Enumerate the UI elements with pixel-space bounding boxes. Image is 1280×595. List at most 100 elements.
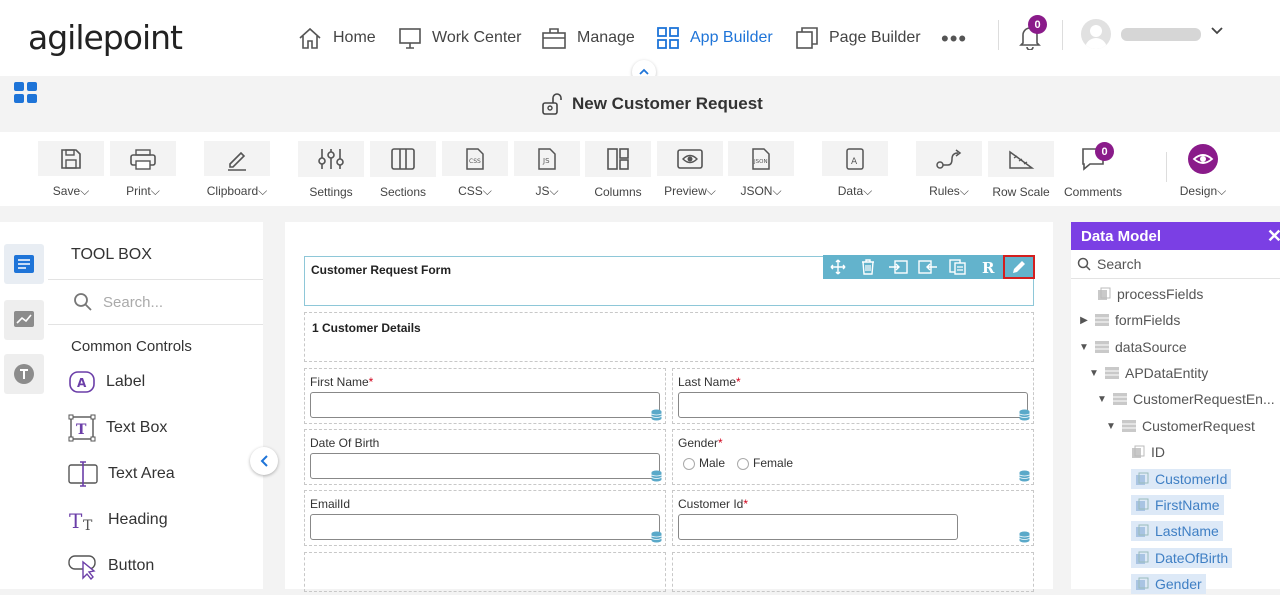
chevron-down-icon: ⌵ xyxy=(772,184,782,198)
last-name-cell[interactable]: Last Name* xyxy=(672,368,1034,424)
database-icon[interactable] xyxy=(651,470,662,482)
expand-down-icon[interactable]: ▼ xyxy=(1089,368,1099,379)
nav-page-builder-label: Page Builder xyxy=(829,29,921,46)
columns-button[interactable]: Columns xyxy=(585,141,651,199)
toolbox-search-input[interactable]: Search... xyxy=(48,279,263,325)
avatar[interactable] xyxy=(1081,19,1111,49)
tree-node[interactable]: ▼ dataSource xyxy=(1079,336,1187,358)
apps-grid-icon[interactable] xyxy=(14,82,38,104)
gender-option-female[interactable]: Female xyxy=(737,456,793,470)
database-icon[interactable] xyxy=(1019,531,1030,543)
sections-button[interactable]: Sections xyxy=(370,141,436,199)
row-scale-button[interactable]: Row Scale xyxy=(988,141,1054,199)
customer-id-cell[interactable]: Customer Id* xyxy=(672,490,1034,546)
copy-icon[interactable] xyxy=(943,255,973,279)
gender-cell[interactable]: Gender* Male Female xyxy=(672,429,1034,485)
first-name-input[interactable] xyxy=(310,392,660,418)
insert-left-icon[interactable] xyxy=(913,255,943,279)
analytics-tab[interactable] xyxy=(4,300,44,340)
json-button[interactable]: JSON JSON⌵ xyxy=(728,141,794,199)
first-name-cell[interactable]: First Name* xyxy=(304,368,666,424)
clipboard-button[interactable]: Clipboard⌵ xyxy=(204,141,270,199)
js-button[interactable]: JS JS⌵ xyxy=(514,141,580,199)
form-controls-tab[interactable] xyxy=(4,244,44,284)
nav-manage[interactable]: Manage xyxy=(541,24,635,52)
css-label: CSS xyxy=(458,184,483,198)
save-button[interactable]: Save⌵ xyxy=(38,141,104,199)
tree-node[interactable]: ID xyxy=(1131,441,1165,463)
toolbox-item-textbox[interactable]: T Text Box xyxy=(68,413,167,443)
email-cell[interactable]: EmailId xyxy=(304,490,666,546)
data-model-search-input[interactable]: Search xyxy=(1071,250,1280,279)
nav-work-center[interactable]: Work Center xyxy=(398,24,522,52)
expand-down-icon[interactable]: ▼ xyxy=(1097,394,1107,405)
rules-r-icon[interactable]: R xyxy=(973,255,1003,279)
toolbox-item-textarea[interactable]: Text Area xyxy=(68,459,175,489)
empty-cell[interactable] xyxy=(672,552,1034,592)
rules-button[interactable]: Rules⌵ xyxy=(916,141,982,199)
collapse-toolbox-button[interactable] xyxy=(250,447,278,475)
dob-cell[interactable]: Date Of Birth xyxy=(304,429,666,485)
expand-down-icon[interactable]: ▼ xyxy=(1106,421,1116,432)
database-icon[interactable] xyxy=(651,409,662,421)
nav-work-center-label: Work Center xyxy=(432,29,522,46)
chevron-down-icon: ⌵ xyxy=(482,184,492,198)
more-menu-icon[interactable]: ••• xyxy=(941,26,967,52)
tree-node[interactable]: ▼ CustomerRequestEn... xyxy=(1097,388,1275,410)
table-icon xyxy=(1122,420,1136,432)
close-icon[interactable]: ✕ xyxy=(1267,226,1280,247)
expand-down-icon[interactable]: ▼ xyxy=(1079,342,1089,353)
tree-node-bound[interactable]: CustomerId xyxy=(1131,468,1232,490)
data-button[interactable]: A Data⌵ xyxy=(822,141,888,199)
chevron-down-icon: ⌵ xyxy=(863,184,873,198)
nav-app-builder[interactable]: App Builder xyxy=(656,24,773,52)
gender-radio-group: Male Female xyxy=(683,456,793,470)
section-customer-details[interactable]: 1 Customer Details xyxy=(304,312,1034,362)
empty-cell[interactable] xyxy=(304,552,666,592)
database-icon[interactable] xyxy=(1019,470,1030,482)
edit-pencil-icon[interactable] xyxy=(1003,255,1035,279)
row-scale-label: Row Scale xyxy=(992,185,1050,199)
chevron-down-icon[interactable] xyxy=(1210,26,1224,36)
tree-node-bound[interactable]: FirstName xyxy=(1131,494,1224,516)
insert-right-icon[interactable] xyxy=(883,255,913,279)
tree-node-bound[interactable]: DateOfBirth xyxy=(1131,547,1233,569)
tree-node[interactable]: ▼ CustomerRequest xyxy=(1106,415,1255,437)
nav-page-builder[interactable]: Page Builder xyxy=(795,24,921,52)
toolbox-item-button[interactable]: Button xyxy=(68,551,154,581)
delete-icon[interactable] xyxy=(853,255,883,279)
expand-right-icon[interactable]: ▶ xyxy=(1079,315,1089,326)
label-control-icon: A xyxy=(68,369,96,395)
database-icon[interactable] xyxy=(651,531,662,543)
tree-node-bound[interactable]: LastName xyxy=(1131,520,1223,542)
data-icon: A xyxy=(844,147,866,171)
css-button[interactable]: CSS CSS⌵ xyxy=(442,141,508,199)
tree-node[interactable]: processFields xyxy=(1081,283,1203,305)
tree-node-bound[interactable]: Gender xyxy=(1131,573,1206,595)
dob-input[interactable] xyxy=(310,453,660,479)
user-name[interactable]: ████████ xyxy=(1121,28,1201,41)
agilepoint-logo[interactable]: agilepoint xyxy=(28,18,183,57)
comments-label: Comments xyxy=(1063,185,1122,199)
design-button[interactable]: Design⌵ xyxy=(1170,141,1236,199)
tree-node[interactable]: ▼ APDataEntity xyxy=(1089,362,1208,384)
toolbox-item-label[interactable]: A Label xyxy=(68,367,145,397)
last-name-input[interactable] xyxy=(678,392,1028,418)
toolbox-item-heading[interactable]: TT Heading xyxy=(68,505,168,535)
data-model-header: Data Model ✕ xyxy=(1071,222,1280,250)
database-icon[interactable] xyxy=(1019,409,1030,421)
settings-button[interactable]: Settings xyxy=(298,141,364,199)
heading-control-icon: TT xyxy=(68,506,98,534)
unlock-icon[interactable] xyxy=(540,92,564,116)
monitor-icon xyxy=(398,26,422,50)
print-button[interactable]: Print⌵ xyxy=(110,141,176,199)
move-icon[interactable] xyxy=(823,255,853,279)
themes-tab[interactable] xyxy=(4,354,44,394)
customer-id-input[interactable] xyxy=(678,514,958,540)
nav-home[interactable]: Home xyxy=(297,24,376,52)
email-input[interactable] xyxy=(310,514,660,540)
comments-button[interactable]: Comments xyxy=(1060,141,1126,199)
gender-option-male[interactable]: Male xyxy=(683,456,725,470)
preview-button[interactable]: Preview⌵ xyxy=(657,141,723,199)
tree-node[interactable]: ▶ formFields xyxy=(1079,309,1180,331)
